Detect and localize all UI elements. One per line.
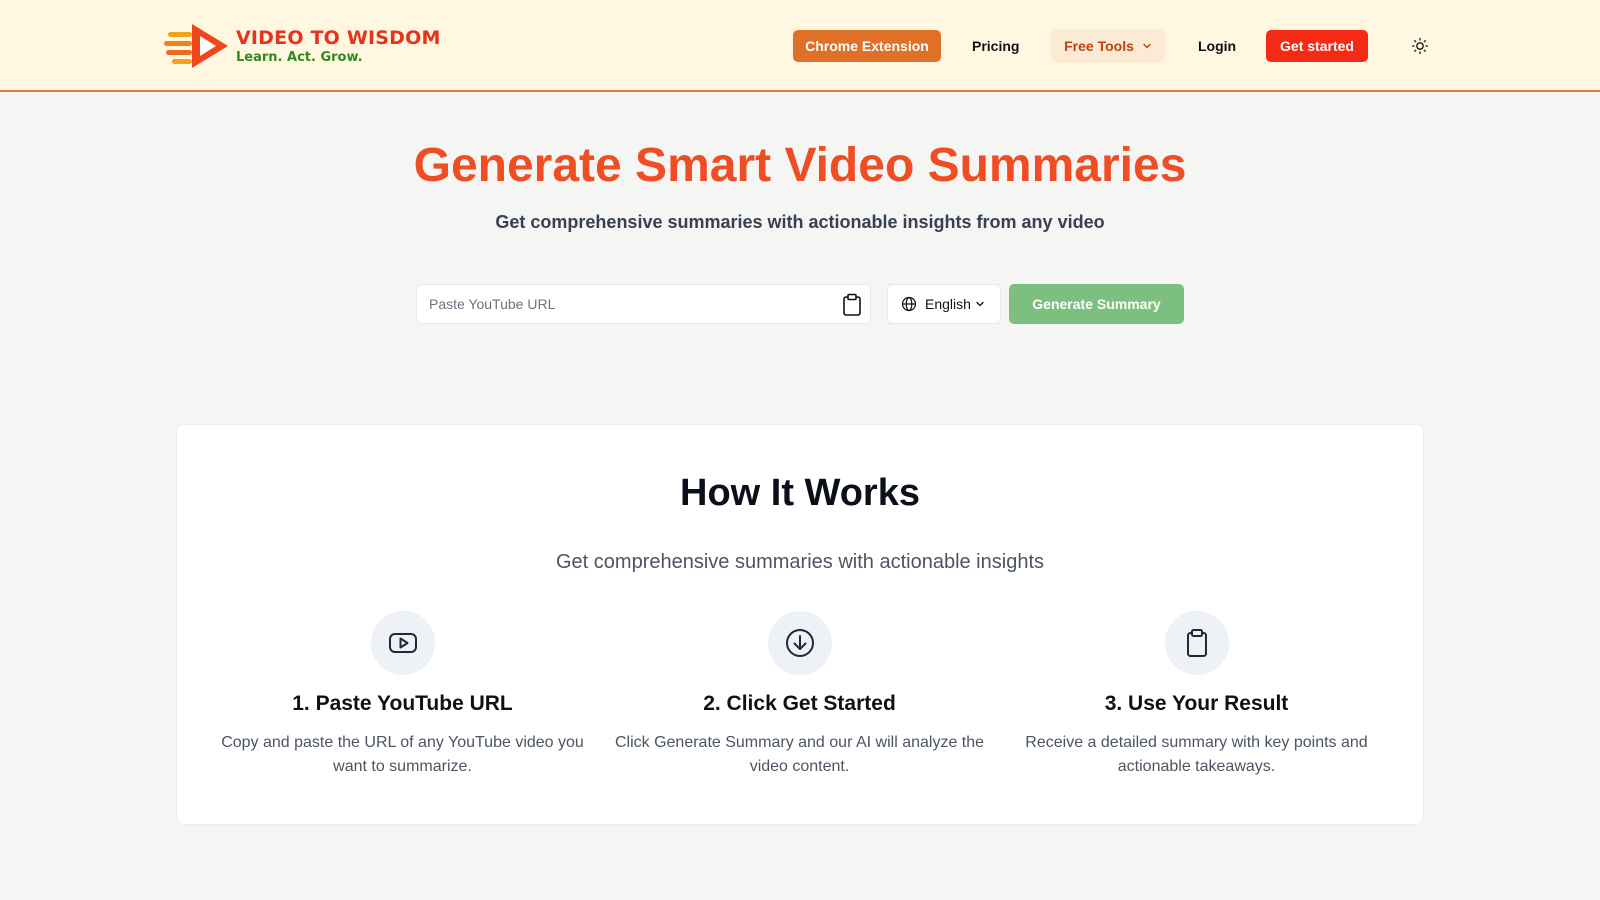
step-card: 2. Click Get Started Click Generate Summ… <box>601 611 998 779</box>
section-title: How It Works <box>680 472 920 514</box>
step-description: Click Generate Summary and our AI will a… <box>614 734 985 775</box>
globe-icon <box>901 296 917 312</box>
url-field <box>416 284 871 324</box>
clipboard-icon <box>1164 611 1229 675</box>
step-title: 2. Click Get Started <box>703 692 896 715</box>
step-title: 3. Use Your Result <box>1104 692 1289 715</box>
step-card: 1. Paste YouTube URL Copy and paste the … <box>204 611 601 779</box>
step-description: Receive a detailed summary with key poin… <box>1025 734 1368 775</box>
language-value: English <box>925 296 971 312</box>
youtube-icon <box>370 611 435 675</box>
main-nav: Chrome Extension Pricing Free Tools Logi… <box>0 0 1600 90</box>
hero-subtitle: Get comprehensive summaries with actiona… <box>495 212 1105 232</box>
how-it-works-card: How It Works Get comprehensive summaries… <box>176 424 1424 825</box>
step-title: 1. Paste YouTube URL <box>292 692 513 715</box>
hero-title: Generate Smart Video Summaries <box>413 139 1187 192</box>
pricing-link[interactable]: Pricing <box>972 30 1019 62</box>
login-link[interactable]: Login <box>1198 30 1236 62</box>
clipboard-paste-icon[interactable] <box>841 293 863 317</box>
free-tools-dropdown[interactable]: Free Tools <box>1051 29 1165 63</box>
free-tools-label: Free Tools <box>1064 38 1134 54</box>
language-select[interactable]: English <box>887 284 1001 324</box>
arrow-down-circle-icon <box>767 611 832 675</box>
get-started-button[interactable]: Get started <box>1266 30 1368 62</box>
step-card: 3. Use Your Result Receive a detailed su… <box>998 611 1395 779</box>
section-subtitle: Get comprehensive summaries with actiona… <box>556 551 1044 573</box>
youtube-url-input[interactable] <box>429 285 829 323</box>
generate-summary-button[interactable]: Generate Summary <box>1009 284 1184 324</box>
sun-icon[interactable] <box>1410 36 1430 56</box>
chevron-down-icon <box>1142 41 1152 51</box>
chevron-down-icon <box>975 299 985 309</box>
chrome-extension-button[interactable]: Chrome Extension <box>793 30 941 62</box>
step-description: Copy and paste the URL of any YouTube vi… <box>221 734 584 775</box>
site-header: VIDEO TO WISDOM Learn. Act. Grow. Chrome… <box>0 0 1600 92</box>
